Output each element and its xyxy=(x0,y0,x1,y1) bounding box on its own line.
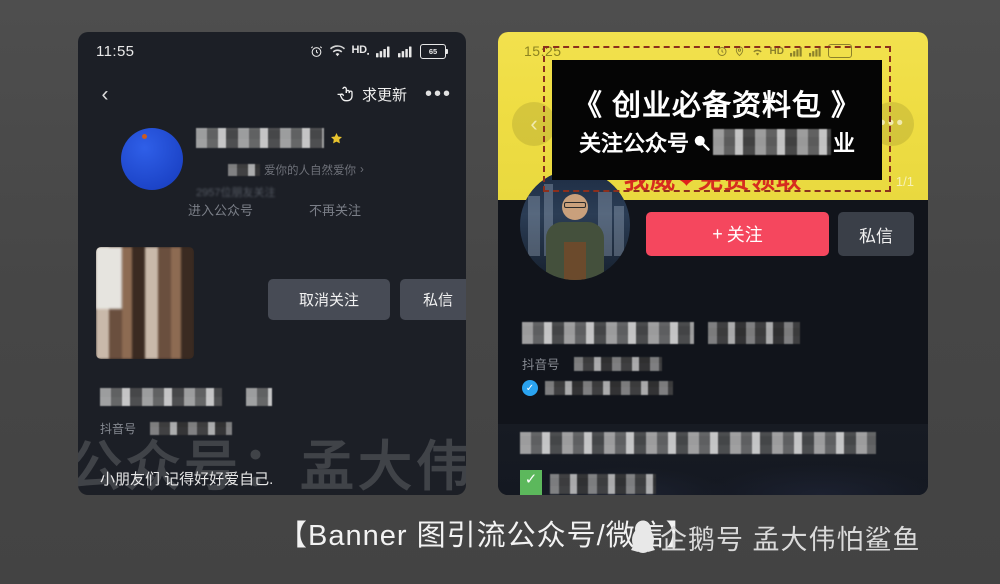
chevron-right-icon: › xyxy=(360,164,364,176)
right-phone-screenshot: 15:25 HD ‹ ••• 我威❤免费领取 《 创业必备资料包 》 关注公众号… xyxy=(498,32,928,495)
left-status-icons: HD▪ 65 xyxy=(310,43,448,59)
wifi-icon xyxy=(752,49,762,56)
tagline-text: 爱你的人自然爱你 xyxy=(264,165,356,177)
left-video-caption: 小朋友们 记得好好爱自己. xyxy=(100,471,274,488)
wifi-icon xyxy=(329,44,345,56)
battery-level: 65 xyxy=(420,43,446,59)
follow-label: 关注 xyxy=(726,225,763,245)
signal-2-icon xyxy=(809,46,821,57)
back-icon[interactable]: ‹ xyxy=(92,81,118,107)
left-status-time: 11:55 xyxy=(96,42,135,60)
stop-following-link[interactable]: 不再关注 xyxy=(309,200,361,219)
left-link-actions: 进入公众号 不再关注 xyxy=(78,200,466,219)
green-check-icon: ✓ xyxy=(520,470,542,495)
blue-check-icon: ✓ xyxy=(522,380,538,396)
hd-voice-icon: HD▪ xyxy=(351,43,370,59)
screenshot-canvas: 11:55 HD▪ 65 ‹ 求更新 ••• 爱你的人自然爱你 › 2957位朋… xyxy=(0,0,1000,584)
bottom-username-blurred xyxy=(100,388,222,406)
left-followers-count: 2957位朋友关注 xyxy=(196,187,276,199)
magnifier-icon xyxy=(694,135,710,151)
right-info-block: 抖音号 ✓ xyxy=(498,322,928,412)
username-blurred xyxy=(196,128,324,148)
more-options-icon[interactable]: ••• xyxy=(425,84,452,104)
signal-2-icon xyxy=(398,46,412,57)
location-icon xyxy=(735,46,743,57)
douyin-label: 抖音号 xyxy=(100,422,137,436)
message-button[interactable]: 私信 xyxy=(838,212,914,256)
video-thumbnail[interactable] xyxy=(96,247,194,359)
alarm-icon xyxy=(717,47,727,56)
banner-title: 《 创业必备资料包 》 xyxy=(572,90,862,122)
right-douyin-id-row: 抖音号 xyxy=(522,354,662,373)
footer-caption-bar: 【Banner 图引流公众号/微信】 企鹅号 孟大伟怕鲨鱼 xyxy=(0,508,1000,566)
bottom-username-blurred-2 xyxy=(246,388,272,406)
star-icon xyxy=(331,132,342,143)
hd-voice-icon: HD xyxy=(769,45,784,57)
tagline-blurred-prefix xyxy=(228,164,260,176)
left-phone-screenshot: 11:55 HD▪ 65 ‹ 求更新 ••• 爱你的人自然爱你 › 2957位朋… xyxy=(78,32,466,495)
banner-text-panel: 《 创业必备资料包 》 关注公众号 业 xyxy=(552,60,882,180)
signal-1-icon xyxy=(790,46,802,57)
avatar-building-1 xyxy=(528,196,540,256)
right-verified-row: ✓ xyxy=(522,380,673,396)
right-status-icons: HD xyxy=(716,44,852,58)
enter-official-account-link[interactable]: 进入公众号 xyxy=(188,200,253,219)
battery-icon: 65 xyxy=(420,43,448,59)
pointing-hand-icon xyxy=(337,86,353,102)
left-douyin-id-row: 抖音号 xyxy=(100,420,233,437)
lower-blurred-line-2 xyxy=(550,474,656,494)
signal-1-icon xyxy=(376,46,390,57)
left-tagline[interactable]: 爱你的人自然爱你 › xyxy=(228,162,364,178)
left-video-row: 取消关注 私信 ▼ xyxy=(78,247,466,365)
plus-icon: + xyxy=(712,223,723,244)
right-douyin-id-blurred xyxy=(573,356,662,371)
left-username-row xyxy=(196,128,343,148)
penguin-icon xyxy=(631,520,655,553)
right-lower-content: ✓ xyxy=(498,424,928,495)
platform-watermark: 企鹅号 孟大伟怕鲨鱼 xyxy=(660,525,921,555)
left-bottom-info: 抖音号 小朋友们 记得好好爱自己. . xyxy=(78,384,466,495)
request-update-label: 求更新 xyxy=(361,86,407,104)
avatar-building-4 xyxy=(614,206,624,256)
banner-subtitle: 关注公众号 业 xyxy=(579,126,855,158)
banner-subtitle-suffix: 业 xyxy=(833,131,856,156)
left-nav-bar: ‹ 求更新 ••• xyxy=(78,70,466,118)
douyin-label: 抖音号 xyxy=(522,358,560,372)
left-bottom-username xyxy=(100,388,272,406)
avatar-glasses xyxy=(564,202,586,208)
back-icon[interactable]: ‹ xyxy=(512,102,556,146)
left-caption-more: . xyxy=(100,492,104,495)
left-status-bar: 11:55 HD▪ 65 xyxy=(78,32,466,70)
right-username-row xyxy=(522,322,800,344)
avatar-shirt xyxy=(564,242,586,280)
unfollow-button[interactable]: 取消关注 xyxy=(268,279,390,320)
right-username-suffix-blurred xyxy=(708,322,800,344)
right-status-time: 15:25 xyxy=(524,43,562,59)
right-username-blurred xyxy=(522,322,694,344)
request-update-button[interactable]: 求更新 xyxy=(336,84,407,105)
battery-icon xyxy=(828,44,852,58)
right-profile-block: + 关注 私信 xyxy=(498,170,928,310)
douyin-id-blurred xyxy=(150,422,233,435)
banner-account-blurred xyxy=(713,129,831,155)
follow-button[interactable]: + 关注 xyxy=(646,212,829,256)
avatar[interactable] xyxy=(121,128,183,190)
lower-blurred-line-1 xyxy=(520,432,876,454)
message-button[interactable]: 私信 xyxy=(400,279,466,320)
thumbnail-highlight xyxy=(96,247,122,309)
page-indicator: 1/1 xyxy=(895,174,914,189)
banner-subtitle-prefix: 关注公众号 xyxy=(578,131,689,156)
right-verified-text-blurred xyxy=(545,381,673,395)
alarm-icon xyxy=(310,45,322,57)
